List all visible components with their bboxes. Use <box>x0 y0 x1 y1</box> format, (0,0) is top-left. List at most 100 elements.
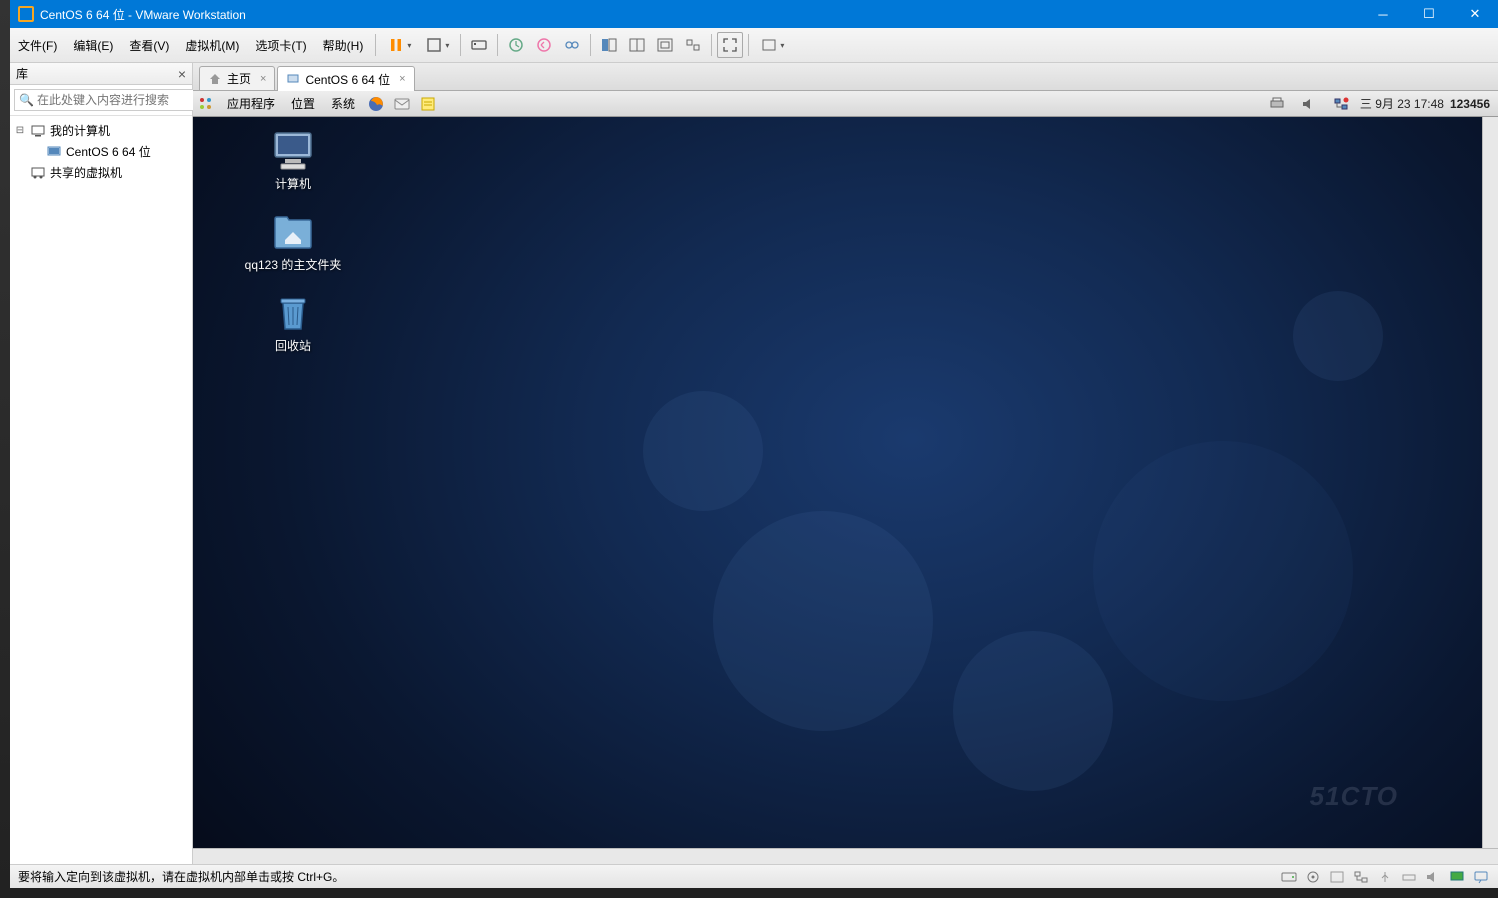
snapshot-manager-button[interactable] <box>559 32 585 58</box>
pause-button[interactable]: ▾ <box>381 32 417 58</box>
desktop-icon-home[interactable]: qq123 的主文件夹 <box>233 212 353 273</box>
volume-tray-icon[interactable] <box>1298 93 1320 115</box>
separator <box>460 34 461 56</box>
floppy-status-icon[interactable] <box>1328 869 1346 885</box>
message-status-icon[interactable] <box>1472 869 1490 885</box>
tree-label: 共享的虚拟机 <box>50 164 122 181</box>
os-taskbar-peek <box>0 888 1498 898</box>
tab-close-button[interactable]: × <box>260 73 266 85</box>
mail-icon[interactable] <box>391 93 413 115</box>
separator <box>497 34 498 56</box>
library-header: 库 × <box>10 63 192 85</box>
stretch-guest-button[interactable]: ▾ <box>754 32 790 58</box>
gnome-menu-icon[interactable] <box>195 93 217 115</box>
wallpaper-bokeh <box>713 511 933 731</box>
separator <box>748 34 749 56</box>
wallpaper-bokeh <box>1093 441 1353 701</box>
search-icon: 🔍 <box>19 93 34 107</box>
menu-vm[interactable]: 虚拟机(M) <box>177 28 247 62</box>
view-console-button[interactable] <box>596 32 622 58</box>
desktop-icon-label: qq123 的主文件夹 <box>245 256 342 273</box>
titlebar: CentOS 6 64 位 - VMware Workstation ─ ☐ ✕ <box>10 0 1498 28</box>
network-status-icon[interactable] <box>1352 869 1370 885</box>
tab-label: 主页 <box>227 70 251 87</box>
view-quick-switch-button[interactable] <box>624 32 650 58</box>
guest-user-label[interactable]: 123456 <box>1450 97 1490 111</box>
guest-desktop[interactable]: 应用程序 位置 系统 三 9月 23 17:48 123456 计算机 <box>193 91 1498 864</box>
hdd-status-icon[interactable] <box>1280 869 1298 885</box>
app-icon <box>18 6 34 22</box>
firefox-icon[interactable] <box>365 93 387 115</box>
view-unity-button[interactable] <box>680 32 706 58</box>
menu-edit[interactable]: 编辑(E) <box>65 28 121 62</box>
network-tray-icon[interactable] <box>1330 93 1352 115</box>
wallpaper-bokeh <box>643 391 763 511</box>
note-icon[interactable] <box>417 93 439 115</box>
tab-close-button[interactable]: × <box>399 73 405 85</box>
status-device-icons <box>1280 869 1490 885</box>
view-fullscreen-button[interactable] <box>652 32 678 58</box>
status-hint: 要将输入定向到该虚拟机，请在虚拟机内部单击或按 Ctrl+G。 <box>18 868 344 885</box>
computer-icon <box>30 124 46 138</box>
library-close-button[interactable]: × <box>178 66 186 82</box>
snapshot-button[interactable] <box>503 32 529 58</box>
expander-icon[interactable] <box>14 167 26 178</box>
menu-help[interactable]: 帮助(H) <box>315 28 372 62</box>
usb-status-icon[interactable] <box>1376 869 1394 885</box>
shared-icon <box>30 166 46 180</box>
guest-clock[interactable]: 三 9月 23 17:48 <box>1360 95 1444 112</box>
tree-vm-centos[interactable]: CentOS 6 64 位 <box>10 141 192 162</box>
menu-view[interactable]: 查看(V) <box>121 28 177 62</box>
guest-menu-places[interactable]: 位置 <box>283 95 323 112</box>
vertical-scrollbar[interactable] <box>1482 117 1498 848</box>
display-status-icon[interactable] <box>1448 869 1466 885</box>
desktop-icon-trash[interactable]: 回收站 <box>233 293 353 354</box>
send-ctrl-alt-del-button[interactable] <box>466 32 492 58</box>
maximize-button[interactable]: ☐ <box>1406 0 1452 28</box>
desktop-icon-label: 计算机 <box>275 175 311 192</box>
menu-tabs[interactable]: 选项卡(T) <box>247 28 314 62</box>
computer-icon <box>271 131 315 171</box>
library-search-row: 🔍 ▼ <box>10 85 192 116</box>
separator <box>590 34 591 56</box>
expander-icon[interactable]: ⊟ <box>14 125 26 136</box>
desktop-icons: 计算机 qq123 的主文件夹 回收站 <box>233 131 353 374</box>
sound-status-icon[interactable] <box>1424 869 1442 885</box>
separator <box>375 34 376 56</box>
printer-status-icon[interactable] <box>1400 869 1418 885</box>
home-icon <box>208 72 222 86</box>
tree-label: CentOS 6 64 位 <box>66 143 151 160</box>
folder-home-icon <box>271 212 315 252</box>
wallpaper-bokeh <box>1293 291 1383 381</box>
close-button[interactable]: ✕ <box>1452 0 1498 28</box>
minimize-button[interactable]: ─ <box>1360 0 1406 28</box>
guest-menu-system[interactable]: 系统 <box>323 95 363 112</box>
tab-label: CentOS 6 64 位 <box>305 71 390 88</box>
watermark: 51CTO <box>1310 781 1398 812</box>
guest-top-panel: 应用程序 位置 系统 三 9月 23 17:48 123456 <box>193 91 1498 117</box>
main-area: 主页 × CentOS 6 64 位 × 应用程序 位置 系统 <box>193 63 1498 864</box>
tab-row: 主页 × CentOS 6 64 位 × <box>193 63 1498 91</box>
printer-tray-icon[interactable] <box>1266 93 1288 115</box>
window-controls: ─ ☐ ✕ <box>1360 0 1498 28</box>
tab-home[interactable]: 主页 × <box>199 66 275 90</box>
tab-vm-centos[interactable]: CentOS 6 64 位 × <box>277 66 414 91</box>
cd-status-icon[interactable] <box>1304 869 1322 885</box>
library-tree: ⊟ 我的计算机 CentOS 6 64 位 共享的虚拟机 <box>10 116 192 864</box>
horizontal-scrollbar[interactable] <box>193 848 1498 864</box>
snapshot-revert-button[interactable] <box>531 32 557 58</box>
separator <box>711 34 712 56</box>
menu-file[interactable]: 文件(F) <box>10 28 65 62</box>
window-title: CentOS 6 64 位 - VMware Workstation <box>40 6 1360 23</box>
vm-icon <box>46 145 62 159</box>
library-panel: 库 × 🔍 ▼ ⊟ 我的计算机 CentOS 6 64 位 共享的虚拟机 <box>10 63 193 864</box>
power-dropdown-button[interactable]: ▾ <box>419 32 455 58</box>
library-search-input[interactable] <box>14 89 197 111</box>
desktop-icon-computer[interactable]: 计算机 <box>233 131 353 192</box>
enter-fullscreen-button[interactable] <box>717 32 743 58</box>
desktop-icon-label: 回收站 <box>275 337 311 354</box>
trash-icon <box>271 293 315 333</box>
tree-my-computer[interactable]: ⊟ 我的计算机 <box>10 120 192 141</box>
guest-menu-applications[interactable]: 应用程序 <box>219 95 283 112</box>
tree-shared-vms[interactable]: 共享的虚拟机 <box>10 162 192 183</box>
